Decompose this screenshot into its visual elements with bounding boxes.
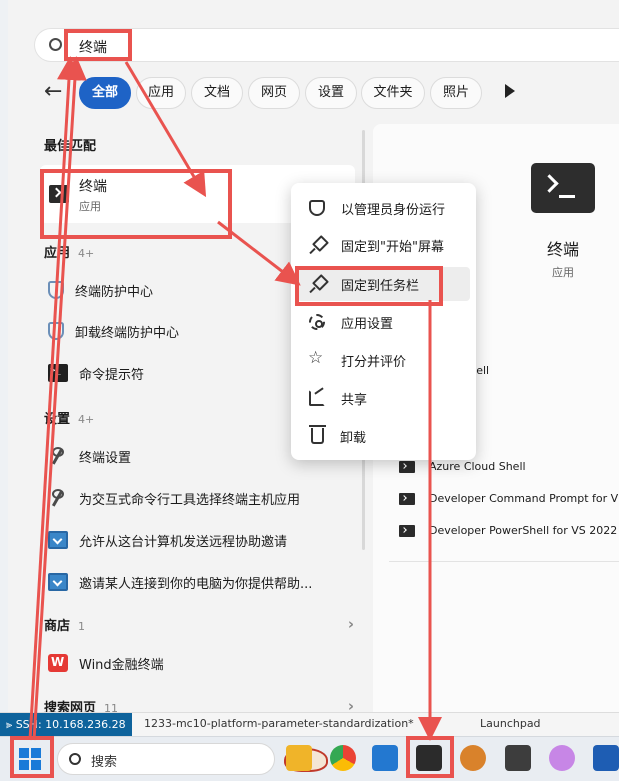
remote-icon: ⫸ xyxy=(6,718,16,731)
annotation-box-search xyxy=(64,29,132,61)
divider xyxy=(389,561,619,562)
annotation-box-best-match xyxy=(40,169,232,239)
run-as-admin-menu-item[interactable]: 以管理员身份运行 xyxy=(297,191,470,225)
list-item-label: 终端设置 xyxy=(79,450,132,466)
store-icon[interactable] xyxy=(593,745,619,771)
store-count: 1 xyxy=(78,620,86,633)
star-icon xyxy=(308,348,325,368)
menu-item-label: 卸载 xyxy=(340,430,367,446)
list-item-label: 终端防护中心 xyxy=(75,284,154,300)
pin-icon xyxy=(309,237,325,253)
trash-icon xyxy=(309,425,326,444)
terminal-icon xyxy=(399,492,415,505)
settings-count: 4+ xyxy=(78,413,95,426)
list-item[interactable]: Wind金融终端 xyxy=(48,650,164,676)
store-heading-label: 商店 xyxy=(44,619,71,634)
settings-heading-label: 设置 xyxy=(44,412,71,427)
wrench-icon xyxy=(48,447,68,465)
list-item-label: 邀请某人连接到你的电脑为你提供帮助... xyxy=(79,576,313,592)
wrench-icon xyxy=(48,489,68,507)
launchpad-status[interactable]: Launchpad xyxy=(480,717,541,730)
list-item-label: 允许从这台计算机发送远程协助邀请 xyxy=(79,534,288,550)
detail-action[interactable]: Azure Cloud Shell xyxy=(399,460,526,473)
more-filters-icon[interactable] xyxy=(505,84,515,98)
taskbar-search[interactable]: 搜索 xyxy=(57,743,328,775)
uninstall-menu-item[interactable]: 卸载 xyxy=(297,419,470,453)
filter-folders[interactable]: 文件夹 xyxy=(361,77,425,109)
filter-web[interactable]: 网页 xyxy=(248,77,300,109)
detail-action-label: Developer Command Prompt for VS xyxy=(429,492,619,505)
shield-icon xyxy=(48,281,64,299)
app-settings-menu-item[interactable]: 应用设置 xyxy=(297,305,470,339)
detail-action-label: Developer PowerShell for VS 2022 xyxy=(429,524,618,537)
taskbar-search-label: 搜索 xyxy=(91,755,118,770)
admin-shield-icon xyxy=(309,200,325,216)
filter-apps[interactable]: 应用 xyxy=(136,77,186,109)
search-icon xyxy=(69,753,81,765)
context-menu: 以管理员身份运行 固定到"开始"屏幕 固定到任务栏 应用设置 打分并评价 共享 … xyxy=(291,183,476,460)
apps-heading[interactable]: 应用 4+ xyxy=(44,242,94,261)
command-prompt-icon xyxy=(48,364,68,382)
list-item[interactable]: 终端设置 xyxy=(48,443,131,469)
filter-settings[interactable]: 设置 xyxy=(305,77,357,109)
shield-icon xyxy=(48,322,64,340)
best-match-heading: 最佳匹配 xyxy=(44,139,97,154)
ssh-label: SSH: 10.168.236.28 xyxy=(15,718,126,731)
list-item[interactable]: 为交互式命令行工具选择终端主机应用 xyxy=(48,485,300,511)
list-item[interactable]: 允许从这台计算机发送远程协助邀请 xyxy=(48,527,287,553)
detail-action[interactable]: Developer PowerShell for VS 2022 xyxy=(399,524,617,537)
chrome-icon[interactable] xyxy=(330,745,356,771)
vscode-icon[interactable] xyxy=(372,745,398,771)
list-item[interactable]: 命令提示符 xyxy=(48,360,144,386)
list-item[interactable]: 终端防护中心 xyxy=(48,277,153,303)
app-icon[interactable] xyxy=(505,745,531,771)
app-icon[interactable] xyxy=(549,745,575,771)
editor-status-bar: ⫸ SSH: 10.168.236.28 1233-mc10-platform-… xyxy=(0,712,619,736)
chevron-right-icon: › xyxy=(347,615,354,633)
menu-item-label: 共享 xyxy=(341,392,368,408)
list-item-label: Wind金融终端 xyxy=(79,657,164,673)
app-icon[interactable] xyxy=(460,745,486,771)
ssh-remote-indicator[interactable]: ⫸ SSH: 10.168.236.28 xyxy=(0,713,132,736)
terminal-icon xyxy=(399,524,415,537)
detail-action[interactable]: Developer Command Prompt for VS xyxy=(399,492,619,505)
git-branch[interactable]: 1233-mc10-platform-parameter-standardiza… xyxy=(144,717,414,730)
store-heading[interactable]: 商店 1 › xyxy=(44,615,354,634)
menu-item-label: 应用设置 xyxy=(341,316,394,332)
search-icon xyxy=(49,38,62,51)
rate-review-menu-item[interactable]: 打分并评价 xyxy=(297,343,470,377)
taskbar: 搜索 xyxy=(0,736,619,781)
filter-all[interactable]: 全部 xyxy=(79,77,131,109)
filter-documents[interactable]: 文档 xyxy=(191,77,243,109)
detail-app-type: 应用 xyxy=(552,266,574,279)
annotation-box-pin-taskbar xyxy=(295,266,443,306)
filter-photos[interactable]: 照片 xyxy=(430,77,482,109)
settings-heading[interactable]: 设置 4+ xyxy=(44,408,94,427)
share-icon xyxy=(309,390,325,406)
back-arrow-icon[interactable]: ← xyxy=(44,80,62,104)
menu-item-label: 以管理员身份运行 xyxy=(341,202,446,218)
menu-item-label: 打分并评价 xyxy=(341,354,407,370)
list-item[interactable]: 邀请某人连接到你的电脑为你提供帮助... xyxy=(48,569,312,595)
file-explorer-icon[interactable] xyxy=(286,745,312,771)
detail-app-name: 终端 xyxy=(546,240,579,259)
gear-icon xyxy=(309,314,325,330)
annotation-box-start xyxy=(10,736,54,778)
list-item-label: 为交互式命令行工具选择终端主机应用 xyxy=(79,492,301,508)
terminal-large-icon xyxy=(531,163,595,213)
list-item-label: 命令提示符 xyxy=(79,367,145,383)
detail-action-label: Azure Cloud Shell xyxy=(429,460,526,473)
terminal-icon xyxy=(399,460,415,473)
share-menu-item[interactable]: 共享 xyxy=(297,381,470,415)
apps-heading-label: 应用 xyxy=(44,246,71,261)
apps-count: 4+ xyxy=(78,247,95,260)
pin-to-start-menu-item[interactable]: 固定到"开始"屏幕 xyxy=(297,228,470,262)
list-item[interactable]: 卸载终端防护中心 xyxy=(48,318,179,344)
menu-item-label: 固定到"开始"屏幕 xyxy=(341,239,444,255)
remote-assistance-icon xyxy=(48,573,68,591)
remote-assistance-icon xyxy=(48,531,68,549)
list-item-label: 卸载终端防护中心 xyxy=(75,325,180,341)
annotation-box-terminal xyxy=(406,736,454,778)
wind-app-icon xyxy=(48,654,68,672)
